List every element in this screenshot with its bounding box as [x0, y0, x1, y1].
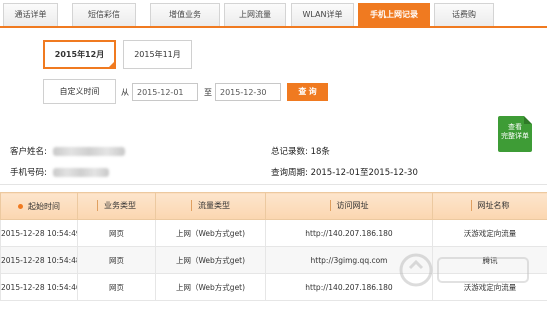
view-full-list-button[interactable]: 查看 完整详单	[498, 116, 532, 152]
month-button-2015-11[interactable]: 2015年11月	[123, 40, 192, 69]
fold-corner-icon	[524, 116, 532, 124]
custom-time-button[interactable]: 自定义时间	[43, 79, 116, 104]
header-separator	[470, 199, 472, 211]
phone-number-redacted	[52, 168, 109, 177]
start-date-input[interactable]	[132, 83, 198, 101]
header-site-name[interactable]: 网址名称	[432, 192, 547, 220]
tab-mobile-internet-records[interactable]: 手机上网记录	[358, 3, 430, 26]
selected-corner-icon	[108, 61, 115, 68]
cell-traffic-type: 上网（Web方式get)	[155, 273, 266, 301]
query-period-label: 查询周期:	[271, 168, 308, 178]
cell-start-time: 2015-12-28 10:54:48	[0, 246, 78, 274]
to-label: 至	[204, 88, 212, 97]
tab-underline	[0, 26, 547, 28]
record-count-value: 18条	[310, 147, 330, 157]
full-list-line2: 完整详单	[501, 132, 529, 140]
table-row: 2015-12-28 10:54:49 网页 上网（Web方式get) http…	[0, 219, 547, 247]
customer-name-row: 客户姓名:	[10, 145, 125, 157]
section-divider	[0, 184, 547, 185]
header-service-type[interactable]: 业务类型	[77, 192, 156, 220]
record-count-label: 总记录数:	[271, 147, 308, 157]
header-separator	[97, 199, 98, 211]
header-url[interactable]: 访问网址	[265, 192, 433, 220]
tab-data-usage[interactable]: 上网流量	[224, 3, 286, 26]
cell-traffic-type: 上网（Web方式get)	[155, 246, 266, 274]
full-list-line1: 查看	[508, 123, 522, 131]
tab-bar: 通话详单 短信彩信 增值业务 上网流量 WLAN详单 手机上网记录 话费购	[0, 0, 547, 28]
end-date-input[interactable]	[215, 83, 281, 101]
header-traffic-type[interactable]: 流量类型	[155, 192, 266, 220]
table-header-row: 起始时间 业务类型 流量类型 访问网址 网址名称	[0, 192, 547, 220]
phone-number-label: 手机号码:	[10, 168, 47, 178]
watermark-logo-icon	[399, 253, 529, 287]
tab-fee-purchase[interactable]: 话费购	[434, 3, 494, 26]
cell-service-type: 网页	[77, 219, 156, 247]
cell-url: http://140.207.186.180	[265, 219, 433, 247]
month-label: 2015年11月	[134, 50, 181, 59]
tab-wlan-records[interactable]: WLAN详单	[291, 3, 354, 26]
phone-number-row: 手机号码:	[10, 166, 109, 178]
customer-name-label: 客户姓名:	[10, 147, 47, 157]
from-label: 从	[121, 88, 129, 97]
record-count-row: 总记录数: 18条	[271, 145, 330, 157]
cell-start-time: 2015-12-28 10:54:49	[0, 219, 78, 247]
header-separator	[329, 199, 331, 211]
cell-traffic-type: 上网（Web方式get)	[155, 219, 266, 247]
header-start-time[interactable]: 起始时间	[0, 192, 78, 220]
query-period-row: 查询周期: 2015-12-01至2015-12-30	[271, 166, 418, 178]
cell-site-name: 沃游戏定向流量	[432, 219, 547, 247]
customer-name-redacted	[52, 147, 125, 156]
month-button-2015-12[interactable]: 2015年12月	[43, 40, 116, 69]
tab-call-records[interactable]: 通话详单	[3, 3, 58, 26]
tab-value-added[interactable]: 增值业务	[150, 3, 220, 26]
cell-service-type: 网页	[77, 246, 156, 274]
cell-service-type: 网页	[77, 273, 156, 301]
header-separator	[191, 199, 192, 211]
header-dot-icon	[18, 203, 23, 209]
query-button[interactable]: 查 询	[287, 83, 328, 101]
cell-start-time: 2015-12-28 10:54:46	[0, 273, 78, 301]
tab-sms-mms[interactable]: 短信彩信	[72, 3, 136, 26]
query-period-value: 2015-12-01至2015-12-30	[310, 168, 418, 178]
month-label: 2015年12月	[54, 50, 105, 59]
